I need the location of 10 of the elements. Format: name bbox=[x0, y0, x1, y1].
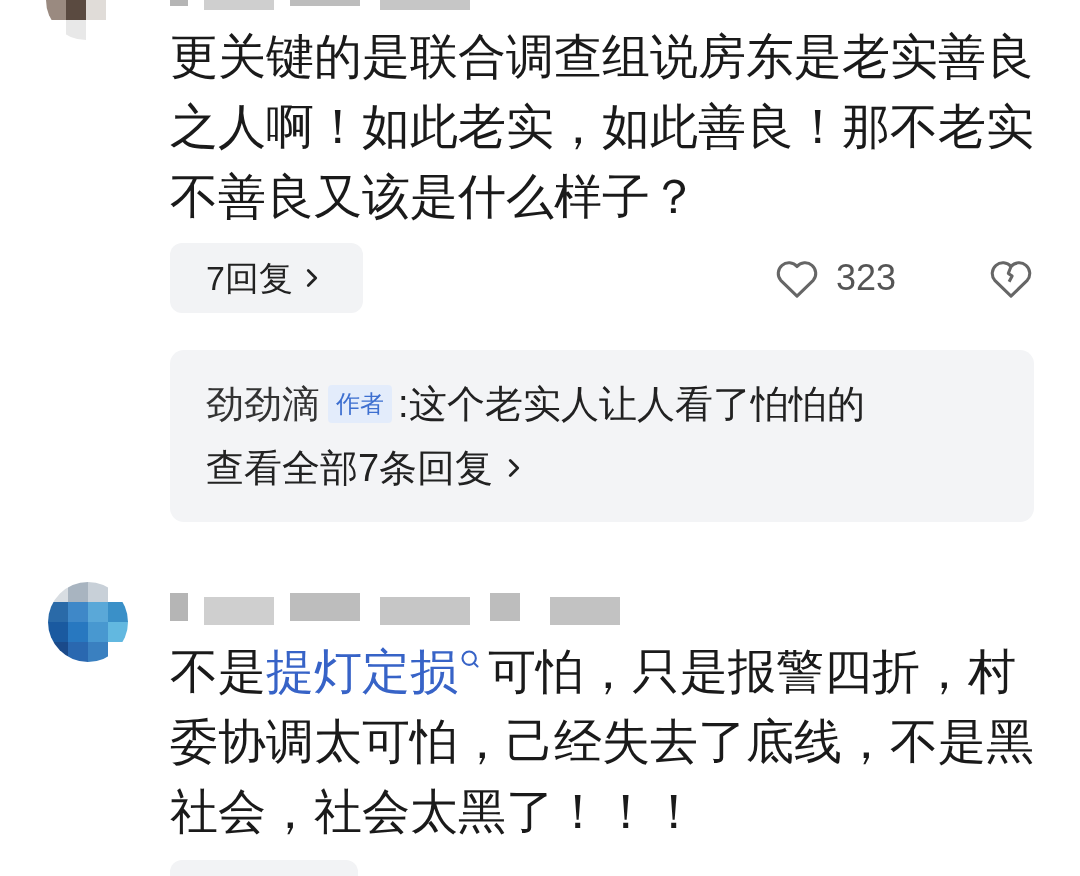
comment-text: 更关键的是联合调查组说房东是老实善良之人啊！如此老实，如此善良！那不老实不善良又该是什么样子？ bbox=[170, 29, 1035, 225]
like-count: 323 bbox=[836, 256, 898, 300]
reply-author[interactable]: 劲劲滴 bbox=[206, 375, 320, 433]
comment-text: 不是提灯定损 可怕，只是报警四折，村委协调太可怕，己经失去了底线，不是黑社会，社会太黑了！！！ bbox=[170, 637, 1040, 847]
replies-button[interactable]: 7回复 bbox=[170, 243, 363, 313]
author-badge: 作者 bbox=[328, 385, 392, 423]
reply-text: :这个老实人让人看了怕怕的 bbox=[398, 381, 865, 427]
view-all-replies-link[interactable]: 查看全部7条回复 bbox=[206, 436, 530, 500]
search-link[interactable]: 提灯定损 bbox=[266, 637, 488, 707]
search-icon bbox=[460, 649, 480, 669]
